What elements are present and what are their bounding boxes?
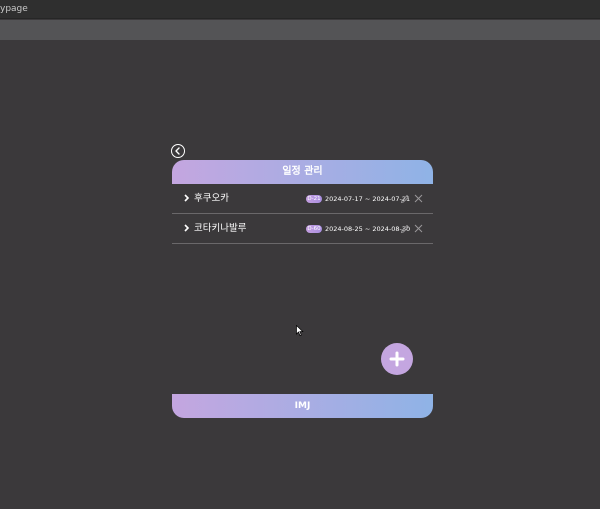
pencil-icon[interactable] bbox=[400, 224, 410, 234]
schedule-dates: 2024-08-25 ~ 2024-08-30 bbox=[325, 225, 411, 233]
browser-toolbar bbox=[0, 20, 600, 40]
close-icon[interactable] bbox=[414, 224, 423, 233]
schedule-item[interactable]: 후쿠오카 D-21 2024-07-17 ~ 2024-07-21 bbox=[172, 184, 433, 214]
pencil-icon[interactable] bbox=[400, 194, 410, 204]
schedule-name: 코타키나발루 bbox=[194, 223, 247, 234]
plus-icon bbox=[389, 351, 405, 367]
mouse-cursor-icon bbox=[296, 325, 304, 336]
window-titlebar: ypage bbox=[0, 0, 600, 19]
footer-label: IMJ bbox=[172, 394, 433, 418]
schedule-item[interactable]: 코타키나발루 D-60 2024-08-25 ~ 2024-08-30 bbox=[172, 214, 433, 244]
chevron-right-icon bbox=[184, 194, 190, 202]
back-circle-icon bbox=[175, 147, 180, 155]
back-button[interactable] bbox=[171, 144, 185, 158]
schedule-dates: 2024-07-17 ~ 2024-07-21 bbox=[325, 195, 411, 203]
window-title: ypage bbox=[0, 4, 28, 14]
page-title: 일정 관리 bbox=[172, 160, 433, 184]
chevron-right-icon bbox=[184, 224, 190, 232]
close-icon[interactable] bbox=[414, 194, 423, 203]
dday-badge: D-60 bbox=[306, 225, 322, 233]
dday-badge: D-21 bbox=[306, 195, 322, 203]
schedule-list: 후쿠오카 D-21 2024-07-17 ~ 2024-07-21 코타키나발루… bbox=[172, 184, 433, 244]
schedule-name: 후쿠오카 bbox=[194, 193, 229, 204]
add-schedule-button[interactable] bbox=[381, 343, 413, 375]
